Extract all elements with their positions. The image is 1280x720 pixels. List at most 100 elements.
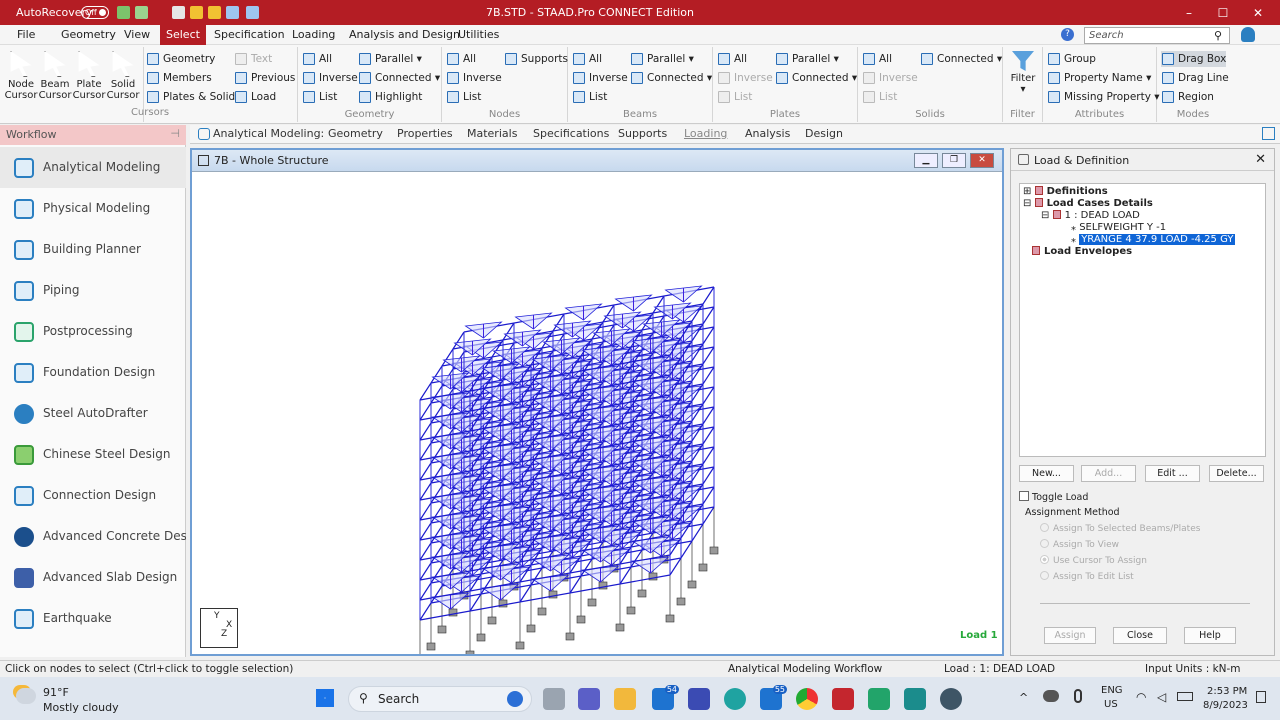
structure-model[interactable] [192,172,1002,654]
workflow-item-analytical-modeling[interactable]: Analytical Modeling [0,147,186,188]
workflow-item-postprocessing[interactable]: Postprocessing [0,311,186,352]
weather-icon[interactable] [16,688,36,704]
search-input[interactable]: Search [1084,27,1230,44]
beams-connected-button[interactable]: Connected ▾ [630,70,712,86]
tree-node-yrange[interactable]: ⁎ YRANGE 4 37.9 LOAD -4.25 GY [1071,234,1236,245]
drag-line-button[interactable]: Drag Line [1161,70,1229,86]
help-icon[interactable]: ? [1061,28,1074,41]
workflow-item-advanced-slab-design[interactable]: Advanced Slab Design [0,557,186,598]
select-load-button[interactable]: Load [234,89,276,105]
geometry-connected-button[interactable]: Connected ▾ [358,70,440,86]
tab-geometry-page[interactable]: Geometry [328,127,383,140]
attr-property-name-button[interactable]: Property Name ▾ [1047,70,1151,86]
teams-icon[interactable] [578,688,600,710]
workflow-item-earthquake[interactable]: Earthquake [0,598,186,639]
assign-view-radio[interactable]: Assign To View [1040,539,1119,550]
assign-edit-list-radio[interactable]: Assign To Edit List [1040,571,1134,582]
chevron-up-icon[interactable]: ^ [1019,691,1028,704]
tab-utilities[interactable]: Utilities [452,25,505,45]
tab-design-page[interactable]: Design [805,127,843,140]
node-cursor-button[interactable]: Node Cursor [4,51,38,101]
maximize-button[interactable]: ☐ [1208,4,1238,22]
delete-button[interactable]: Delete... [1209,465,1264,482]
tab-supports-page[interactable]: Supports [618,127,667,140]
viewport-restore-button[interactable]: ❐ [942,153,966,168]
nodes-supports-button[interactable]: Supports [504,51,568,67]
region-button[interactable]: Region [1161,89,1214,105]
solid-cursor-button[interactable]: Solid Cursor [106,51,140,101]
bentley-app2-icon[interactable] [904,688,926,710]
tree-node-load-envelopes[interactable]: Load Envelopes [1032,246,1132,257]
recording-icon[interactable] [940,688,962,710]
wifi-icon[interactable]: ◠ [1136,690,1146,704]
workflow-item-advanced-concrete-design[interactable]: Advanced Concrete Desi... [0,516,186,557]
plates-connected-button[interactable]: Connected ▾ [775,70,857,86]
edge-icon[interactable] [724,688,746,710]
nodes-inverse-button[interactable]: Inverse [446,70,502,86]
tab-select[interactable]: Select [160,25,206,45]
toggle-load-checkbox[interactable]: Toggle Load [1019,491,1088,503]
tab-geometry[interactable]: Geometry [55,25,122,45]
close-panel-button[interactable]: Close [1113,627,1167,644]
select-members-button[interactable]: Members [146,70,212,86]
plates-parallel-button[interactable]: Parallel ▾ [775,51,839,67]
tab-materials-page[interactable]: Materials [467,127,517,140]
edit-button[interactable]: Edit ... [1145,465,1200,482]
beams-inverse-button[interactable]: Inverse [572,70,628,86]
workflow-item-physical-modeling[interactable]: Physical Modeling [0,188,186,229]
tree-node-dead-load[interactable]: ⊟ 1 : DEAD LOAD [1041,210,1140,221]
bentley-app-icon[interactable] [868,688,890,710]
beam-cursor-button[interactable]: Beam Cursor [38,51,72,101]
tab-specifications-page[interactable]: Specifications [533,127,609,140]
select-text-button[interactable]: Text [234,51,272,67]
battery-icon[interactable] [1177,692,1193,701]
tree-node-definitions[interactable]: ⊞ Definitions [1023,186,1108,197]
pin-icon[interactable]: ⊣ [170,127,180,140]
nodes-all-button[interactable]: All [446,51,476,67]
assign-button[interactable]: Assign [1044,627,1096,644]
geometry-highlight-button[interactable]: Highlight [358,89,422,105]
tab-loading-page[interactable]: Loading [684,127,727,140]
plates-all-button[interactable]: All [717,51,747,67]
user-icon[interactable] [1241,27,1255,42]
minimize-button[interactable]: – [1174,4,1204,22]
workflow-item-steel-autodrafter[interactable]: Steel AutoDrafter [0,393,186,434]
beams-parallel-button[interactable]: Parallel ▾ [630,51,694,67]
plates-inverse-button[interactable]: Inverse [717,70,773,86]
speaker-icon[interactable]: ◁ [1157,690,1166,704]
window-layout-icon[interactable] [1262,127,1275,140]
solids-inverse-button[interactable]: Inverse [862,70,918,86]
solids-connected-button[interactable]: Connected ▾ [920,51,1002,67]
geometry-parallel-button[interactable]: Parallel ▾ [358,51,422,67]
select-geometry-button[interactable]: Geometry [146,51,215,67]
close-button[interactable]: ✕ [1243,4,1273,22]
tab-analysis-design[interactable]: Analysis and Design [343,25,466,45]
solids-all-button[interactable]: All [862,51,892,67]
filter-button[interactable]: Filter ▾ [1009,51,1037,95]
use-cursor-radio[interactable]: Use Cursor To Assign [1040,555,1147,566]
select-previous-button[interactable]: Previous [234,70,295,86]
load-tree[interactable]: ⊞ Definitions ⊟ Load Cases Details ⊟ 1 :… [1019,183,1266,457]
workflow-item-piping[interactable]: Piping [0,270,186,311]
outlook-icon[interactable]: 55 [760,685,787,710]
beams-list-button[interactable]: List [572,89,607,105]
select-plates-solids-button[interactable]: Plates & Solids [146,89,241,105]
panel-close-icon[interactable]: ✕ [1255,152,1266,167]
viewport-minimize-button[interactable]: ▁ [914,153,938,168]
app-icon[interactable] [688,688,710,710]
nodes-list-button[interactable]: List [446,89,481,105]
tab-file[interactable]: File [11,25,41,45]
microphone-icon[interactable] [1074,689,1082,703]
attr-missing-property-button[interactable]: Missing Property ▾ [1047,89,1160,105]
tab-properties-page[interactable]: Properties [397,127,453,140]
geometry-inverse-button[interactable]: Inverse [302,70,358,86]
drag-box-button[interactable]: Drag Box [1161,51,1227,67]
add-button[interactable]: Add... [1081,465,1136,482]
tree-node-load-cases[interactable]: ⊟ Load Cases Details [1023,198,1153,209]
beams-all-button[interactable]: All [572,51,602,67]
new-button[interactable]: New... [1019,465,1074,482]
search-icon[interactable]: ⚲ [1214,29,1222,42]
plates-list-button[interactable]: List [717,89,752,105]
plate-cursor-button[interactable]: Plate Cursor [72,51,106,101]
attr-group-button[interactable]: Group [1047,51,1096,67]
